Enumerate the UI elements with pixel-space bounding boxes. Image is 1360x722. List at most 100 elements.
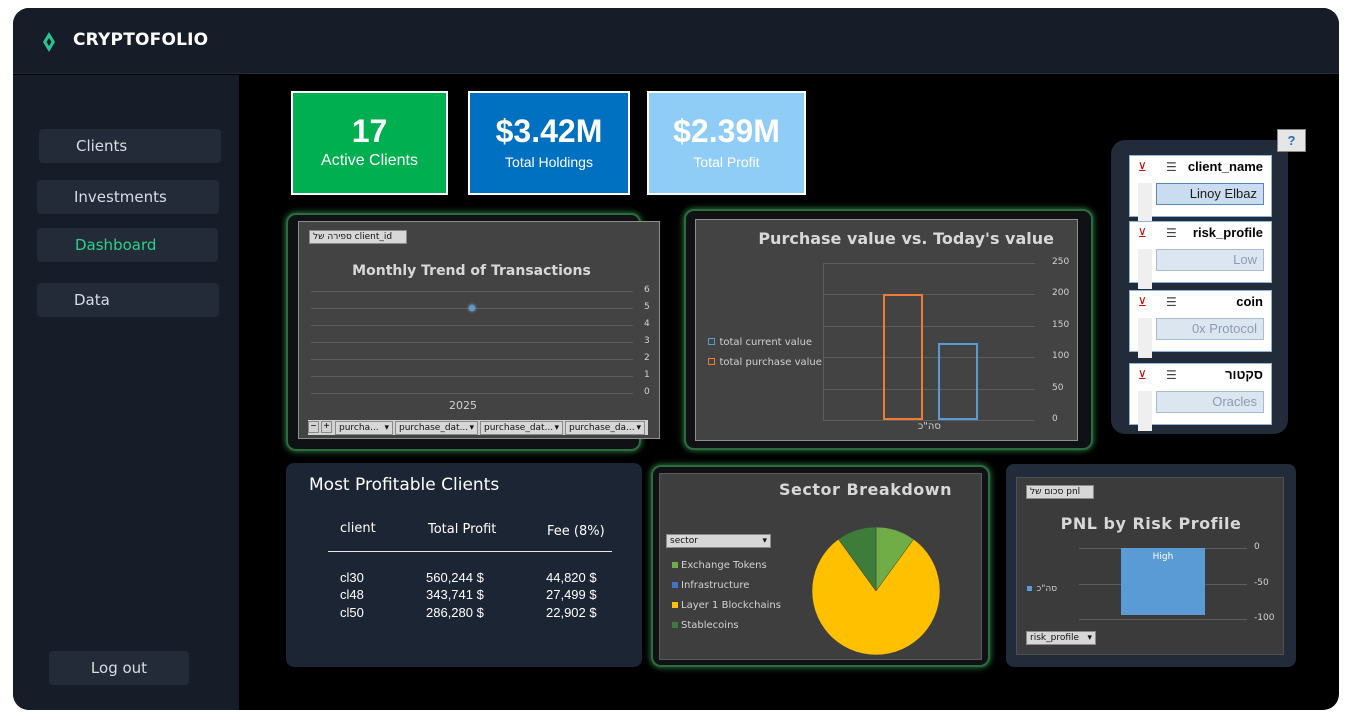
- chevron-down-icon: ▾: [469, 423, 474, 433]
- filter-label: purcha...: [339, 423, 379, 433]
- chart-title: PNL by Risk Profile: [1060, 514, 1242, 533]
- chevron-down-icon: ▾: [554, 423, 559, 433]
- filter-label: sector: [670, 536, 698, 546]
- filter-purchase-1[interactable]: purcha... ▾: [335, 421, 393, 435]
- kpi-value: 17: [351, 113, 388, 149]
- app-window: CRYPTOFOLIO Clients Investments Dashboar…: [13, 8, 1339, 710]
- filter-purchase-3[interactable]: purchase_dat... ▾: [480, 421, 563, 435]
- kpi-value: $2.39M: [673, 113, 780, 149]
- multi-select-icon[interactable]: ☰: [1166, 295, 1177, 309]
- filter-purchase-4[interactable]: purchase_da... ▾: [565, 421, 645, 435]
- logout-button[interactable]: Log out: [49, 651, 189, 685]
- legend-item: Exchange Tokens: [672, 555, 767, 573]
- chevron-down-icon: ▾: [1087, 633, 1092, 643]
- column-header: Fee (8%): [547, 524, 605, 539]
- legend: סה"כ: [1027, 578, 1057, 596]
- slicer-coin[interactable]: ⊻ ☰ coin 0x Protocol: [1129, 290, 1272, 358]
- nav-investments-button[interactable]: Investments: [37, 180, 219, 214]
- cell-profit: 343,741 $: [426, 587, 484, 602]
- y-tick-label: 0: [1052, 414, 1058, 424]
- slicer-client-name[interactable]: ⊻ ☰ client_name Linoy Elbaz: [1129, 155, 1272, 223]
- slicer-header: risk_profile: [1192, 225, 1263, 240]
- x-category-label: 2025: [449, 399, 477, 412]
- filter-purchase-2[interactable]: purchase_dat... ▾: [395, 421, 478, 435]
- clear-filter-icon[interactable]: ⊻: [1138, 295, 1147, 309]
- nav-dashboard-button[interactable]: Dashboard: [37, 228, 218, 262]
- sector-filter-dropdown[interactable]: sector ▾: [666, 534, 771, 548]
- gridline: [823, 263, 1035, 264]
- slicer-scrollbar[interactable]: [1138, 318, 1152, 358]
- kpi-active-clients: 17 Active Clients: [291, 91, 448, 195]
- slicer-header: client_name: [1187, 159, 1263, 174]
- logo-icon: [43, 32, 55, 52]
- kpi-value: $3.42M: [495, 113, 603, 149]
- legend-swatch: [1027, 586, 1032, 591]
- gridline: [311, 291, 633, 292]
- legend-purchase: total purchase value: [708, 352, 822, 370]
- risk-profile-filter[interactable]: risk_profile ▾: [1026, 631, 1096, 645]
- legend-item: Infrastructure: [672, 575, 749, 593]
- y-tick-label: 0: [644, 387, 650, 397]
- nav-clients-button[interactable]: Clients: [39, 129, 221, 163]
- collapse-button[interactable]: −: [308, 421, 319, 433]
- slicer-scrollbar[interactable]: [1138, 249, 1152, 289]
- y-tick-label: 100: [1052, 351, 1070, 362]
- filter-label: purchase_da...: [569, 423, 635, 433]
- gridline: [1079, 619, 1247, 620]
- slicer-item[interactable]: Oracles: [1156, 391, 1264, 413]
- cell-client: cl50: [340, 605, 364, 620]
- slicer-item[interactable]: Low: [1156, 249, 1264, 271]
- legend-swatch: [672, 562, 678, 568]
- slicer-risk-profile[interactable]: ⊻ ☰ risk_profile Low: [1129, 221, 1272, 289]
- nav-data-button[interactable]: Data: [37, 283, 219, 317]
- chart-title: Monthly Trend of Transactions: [352, 263, 591, 279]
- slicer-item[interactable]: Linoy Elbaz: [1156, 183, 1264, 205]
- legend-label: Exchange Tokens: [681, 560, 767, 571]
- gridline: [311, 359, 633, 360]
- monthly-trend-chart[interactable]: ספירה של client_id Monthly Trend of Tran…: [298, 221, 660, 439]
- clear-filter-icon[interactable]: ⊻: [1138, 226, 1147, 240]
- clear-filter-icon[interactable]: ⊻: [1138, 160, 1147, 174]
- expand-button[interactable]: +: [321, 421, 332, 433]
- y-tick-label: 50: [1052, 382, 1064, 393]
- filter-label: purchase_dat...: [484, 423, 554, 433]
- slicer-sector[interactable]: ⊻ ☰ סקטור Oracles: [1129, 363, 1272, 431]
- multi-select-icon[interactable]: ☰: [1166, 368, 1177, 382]
- panel-title: Most Profitable Clients: [309, 475, 500, 495]
- multi-select-icon[interactable]: ☰: [1166, 160, 1177, 174]
- y-axis-line: [823, 263, 824, 420]
- gridline: [823, 325, 1035, 327]
- multi-select-icon[interactable]: ☰: [1166, 226, 1177, 240]
- plot-area: [823, 263, 1035, 421]
- y-tick-label: 250: [1052, 257, 1070, 267]
- slicer-item[interactable]: 0x Protocol: [1156, 318, 1264, 340]
- slicer-scrollbar[interactable]: [1138, 183, 1152, 223]
- y-tick-label: 200: [1052, 288, 1070, 299]
- slicer-scrollbar[interactable]: [1138, 391, 1152, 431]
- field-chip[interactable]: סכום של pnl: [1026, 485, 1094, 499]
- cell-client: cl30: [340, 570, 364, 585]
- pnl-by-risk-chart[interactable]: סכום של pnl PNL by Risk Profile סה"כ Hig…: [1016, 477, 1284, 655]
- cell-profit: 286,280 $: [426, 605, 484, 620]
- cell-profit: 560,244 $: [426, 570, 484, 585]
- sector-breakdown-chart[interactable]: Sector Breakdown sector ▾ Exchange Tokens…: [659, 473, 982, 660]
- gridline: [311, 376, 633, 377]
- y-tick-label: 5: [644, 302, 650, 312]
- legend-swatch: [672, 602, 678, 608]
- gridline: [823, 294, 1035, 296]
- field-chip[interactable]: ספירה של client_id: [309, 230, 407, 244]
- help-button[interactable]: ?: [1277, 129, 1306, 152]
- clear-filter-icon[interactable]: ⊻: [1138, 368, 1147, 382]
- legend-current: total current value: [708, 332, 812, 350]
- y-tick-label: 2: [644, 353, 650, 363]
- filter-label: purchase_dat...: [399, 423, 469, 433]
- y-tick-label: 4: [644, 319, 650, 329]
- column-header: client: [340, 521, 376, 536]
- legend-label: Infrastructure: [681, 580, 750, 591]
- x-category-label: סה"כ: [918, 421, 941, 432]
- purchase-vs-today-chart[interactable]: Purchase value vs. Today's value total c…: [695, 219, 1078, 441]
- top-bar: CRYPTOFOLIO: [13, 8, 1339, 74]
- kpi-label: Active Clients: [321, 152, 418, 169]
- y-tick-label: 6: [644, 285, 650, 295]
- gridline: [311, 342, 633, 343]
